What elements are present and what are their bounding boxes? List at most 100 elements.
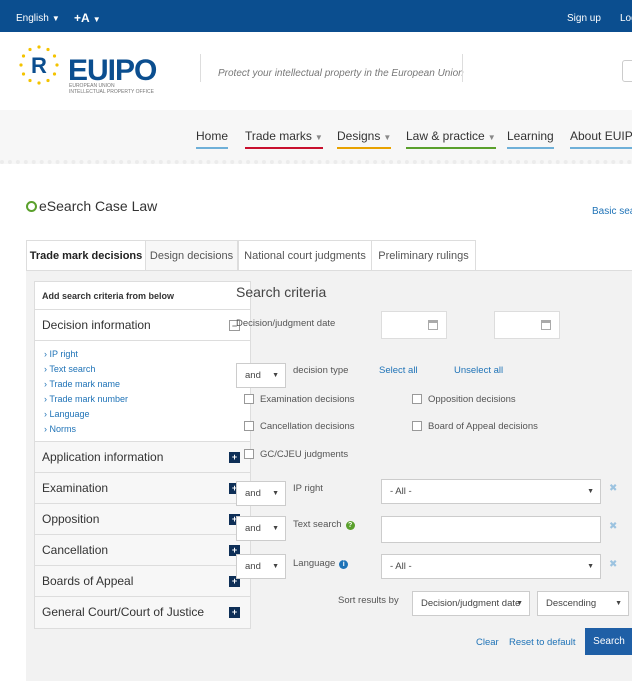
info-icon[interactable]: i: [339, 560, 349, 569]
sidebar-link-text-search[interactable]: Text search: [44, 362, 243, 377]
nav-about-label: About EUIPO: [570, 129, 632, 143]
tab-trade-mark-decisions[interactable]: Trade mark decisions: [26, 240, 146, 270]
nav-about[interactable]: About EUIPO: [570, 129, 632, 149]
operator-select[interactable]: and ▼: [236, 554, 286, 579]
sidebar-section-application-information[interactable]: Application information +: [35, 442, 250, 473]
chevron-down-icon: ▼: [272, 563, 279, 570]
header-search-box[interactable]: [622, 60, 632, 82]
search-button[interactable]: Search: [585, 628, 632, 655]
language-selector[interactable]: English ▼: [16, 13, 60, 24]
date-from-input[interactable]: [381, 311, 447, 339]
search-icon: [26, 201, 37, 212]
svg-text:R: R: [31, 53, 47, 78]
sidebar-section-cancellation[interactable]: Cancellation +: [35, 535, 250, 566]
operator-select[interactable]: and ▼: [236, 516, 286, 541]
sort-order-value: Descending: [546, 598, 597, 609]
nav-learning-label: Learning: [507, 129, 554, 143]
sidebar-link-trade-mark-number[interactable]: Trade mark number: [44, 392, 243, 407]
nav-law-practice-label: Law & practice: [406, 129, 485, 143]
criteria-sidebar: Add search criteria from below Decision …: [34, 281, 251, 629]
font-size-selector[interactable]: +A ▼: [74, 11, 101, 25]
chevron-down-icon: ▼: [92, 15, 101, 24]
sidebar-link-norms[interactable]: Norms: [44, 422, 243, 437]
login-link[interactable]: Log: [620, 13, 632, 24]
chevron-down-icon: ▼: [587, 563, 594, 570]
date-label: Decision/judgment date: [236, 318, 336, 329]
nav-learning[interactable]: Learning: [507, 129, 554, 149]
sort-field-select[interactable]: Decision/judgment date ▼: [412, 591, 530, 616]
date-to-input[interactable]: [494, 311, 560, 339]
language-label: Language i: [293, 558, 349, 569]
tab-national-court-judgments[interactable]: National court judgments: [238, 240, 372, 270]
nav-home[interactable]: Home: [196, 129, 229, 149]
chevron-down-icon: ▼: [272, 490, 279, 497]
calendar-icon[interactable]: [541, 320, 551, 330]
language-select[interactable]: - All - ▼: [381, 554, 601, 579]
nav-designs[interactable]: Designs ▼: [337, 129, 392, 149]
header-divider: [462, 54, 463, 82]
chevron-down-icon: ▼: [516, 600, 523, 607]
clear-link[interactable]: Clear: [476, 637, 499, 648]
sidebar-section-label: General Court/Court of Justice: [42, 605, 205, 619]
checkbox-board-of-appeal[interactable]: [412, 421, 422, 431]
sidebar-section-general-court[interactable]: General Court/Court of Justice +: [35, 597, 250, 628]
tab-label: Design decisions: [149, 250, 234, 262]
text-search-input[interactable]: [381, 516, 601, 543]
remove-icon[interactable]: ✖: [609, 559, 617, 570]
sidebar-link-ip-right[interactable]: IP right: [44, 347, 243, 362]
sort-field-value: Decision/judgment date: [421, 598, 521, 609]
language-label-text: Language: [293, 558, 336, 569]
eu-stars-logo-icon[interactable]: R: [18, 44, 60, 86]
reset-to-default-link[interactable]: Reset to default: [509, 637, 576, 648]
checkbox-opposition[interactable]: [412, 394, 422, 404]
basic-search-link[interactable]: Basic sear: [592, 206, 632, 217]
sidebar-link-trade-mark-name[interactable]: Trade mark name: [44, 377, 243, 392]
sidebar-section-boards-of-appeal[interactable]: Boards of Appeal +: [35, 566, 250, 597]
nav-trade-marks-label: Trade marks: [245, 129, 312, 143]
unselect-all-link[interactable]: Unselect all: [454, 365, 503, 376]
tab-design-decisions[interactable]: Design decisions: [146, 240, 238, 270]
select-all-link[interactable]: Select all: [379, 365, 418, 376]
chevron-down-icon: ▼: [383, 133, 392, 142]
sidebar-section-examination[interactable]: Examination +: [35, 473, 250, 504]
nav-law-practice[interactable]: Law & practice ▼: [406, 129, 496, 149]
sort-order-select[interactable]: Descending ▼: [537, 591, 629, 616]
sidebar-section-decision-information[interactable]: Decision information −: [35, 310, 250, 341]
sidebar-link-language[interactable]: Language: [44, 407, 243, 422]
checkbox-label: Board of Appeal decisions: [428, 421, 538, 432]
sign-up-link[interactable]: Sign up: [567, 13, 601, 24]
ip-right-select[interactable]: - All - ▼: [381, 479, 601, 504]
calendar-icon[interactable]: [428, 320, 438, 330]
sidebar-section-label: Boards of Appeal: [42, 574, 134, 588]
search-panel: Add search criteria from below Decision …: [26, 270, 632, 681]
remove-icon[interactable]: ✖: [609, 521, 617, 532]
operator-value: and: [245, 488, 261, 499]
operator-select[interactable]: and ▼: [236, 363, 286, 388]
sidebar-section-label: Decision information: [42, 318, 151, 332]
help-icon[interactable]: ?: [345, 521, 355, 530]
nav-trade-marks[interactable]: Trade marks ▼: [245, 129, 323, 149]
expand-icon[interactable]: +: [229, 452, 240, 463]
page-title: eSearch Case Law: [26, 198, 157, 214]
text-search-label: Text search?: [293, 519, 355, 530]
checkbox-gc-cjeu[interactable]: [244, 449, 254, 459]
expand-icon[interactable]: +: [229, 607, 240, 618]
remove-icon[interactable]: ✖: [609, 483, 617, 494]
language-label: English: [16, 13, 49, 24]
tab-preliminary-rulings[interactable]: Preliminary rulings: [372, 240, 476, 270]
decision-type-label: decision type: [293, 365, 349, 376]
operator-select[interactable]: and ▼: [236, 481, 286, 506]
checkbox-label: Opposition decisions: [428, 394, 516, 405]
sidebar-section-label: Application information: [42, 450, 164, 464]
sort-label: Sort results by: [338, 595, 399, 606]
sidebar-section-label: Cancellation: [42, 543, 109, 557]
checkbox-examination[interactable]: [244, 394, 254, 404]
checkbox-cancellation[interactable]: [244, 421, 254, 431]
chevron-down-icon: ▼: [487, 133, 496, 142]
sidebar-section-label: Opposition: [42, 512, 100, 526]
chevron-down-icon: ▼: [587, 488, 594, 495]
sidebar-section-opposition[interactable]: Opposition +: [35, 504, 250, 535]
checkbox-label: Cancellation decisions: [260, 421, 355, 432]
ip-right-value: - All -: [390, 486, 412, 497]
chevron-down-icon: ▼: [314, 133, 323, 142]
